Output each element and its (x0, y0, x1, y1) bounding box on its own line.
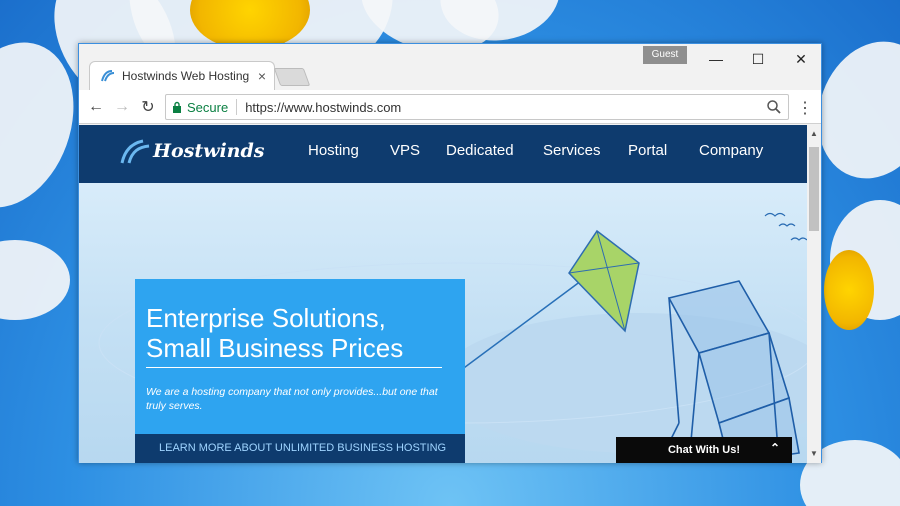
hero-section: Enterprise Solutions, Small Business Pri… (79, 183, 807, 463)
guest-profile-badge[interactable]: Guest (643, 46, 687, 64)
learn-more-button[interactable]: LEARN MORE ABOUT UNLIMITED BUSINESS HOST… (135, 434, 465, 463)
logo-text: Hostwinds (153, 140, 265, 162)
nav-hosting[interactable]: Hosting (308, 142, 359, 159)
browser-menu-icon[interactable]: ⋮ (797, 98, 813, 118)
hero-card: Enterprise Solutions, Small Business Pri… (135, 279, 465, 434)
page-viewport: Hostwinds Hosting VPS Dedicated Services… (79, 125, 807, 463)
nav-services[interactable]: Services (543, 142, 601, 159)
forward-icon[interactable]: → (112, 97, 132, 117)
browser-tab[interactable]: Hostwinds Web Hosting × (89, 61, 275, 90)
chat-widget[interactable]: Chat With Us! ⌃ (616, 437, 792, 463)
hero-divider (146, 367, 442, 368)
hostwinds-logo[interactable]: Hostwinds (119, 137, 264, 165)
browser-window: Hostwinds Web Hosting × Guest — ☐ ✕ ← → … (78, 43, 822, 463)
flower-center (824, 250, 874, 330)
secure-label: Secure (187, 99, 229, 115)
hostwinds-favicon-icon (100, 68, 116, 84)
scroll-thumb[interactable] (809, 147, 819, 231)
hostwinds-logo-icon (120, 139, 150, 164)
tab-close-icon[interactable]: × (258, 68, 266, 84)
flower-petal (0, 240, 70, 320)
chevron-up-icon[interactable]: ⌃ (770, 441, 780, 455)
hero-title-line1: Enterprise Solutions, (146, 303, 386, 333)
new-tab-button[interactable] (273, 68, 311, 86)
zoom-icon[interactable] (766, 99, 782, 118)
scroll-down-icon[interactable]: ▼ (807, 447, 821, 461)
url-text[interactable]: https://www.hostwinds.com (245, 100, 401, 115)
reload-icon[interactable]: ↻ (138, 97, 158, 117)
title-bar: Hostwinds Web Hosting × Guest — ☐ ✕ (79, 44, 821, 90)
security-indicator[interactable]: Secure (172, 100, 228, 115)
browser-toolbar: ← → ↻ Secure https://www.hostwinds.com ⋮ (79, 90, 821, 124)
hero-subtitle: We are a hosting company that not only p… (146, 386, 438, 412)
hero-title-line2: Small Business Prices (146, 333, 404, 363)
page-scrollbar[interactable]: ▲ ▼ (807, 125, 821, 463)
close-window-icon[interactable]: ✕ (786, 50, 816, 68)
nav-portal[interactable]: Portal (628, 142, 667, 159)
lock-icon (173, 101, 181, 113)
minimize-icon[interactable]: — (701, 50, 731, 68)
site-navbar: Hostwinds Hosting VPS Dedicated Services… (79, 125, 807, 183)
omnibox-divider (236, 99, 238, 115)
maximize-icon[interactable]: ☐ (743, 50, 773, 68)
hero-title: Enterprise Solutions, Small Business Pri… (146, 303, 456, 363)
tab-title: Hostwinds Web Hosting (122, 69, 250, 83)
nav-company[interactable]: Company (699, 142, 763, 159)
chat-label: Chat With Us! (667, 444, 740, 456)
nav-vps[interactable]: VPS (390, 142, 420, 159)
nav-dedicated[interactable]: Dedicated (446, 142, 514, 159)
bird-icon (764, 212, 807, 241)
back-icon[interactable]: ← (86, 97, 106, 117)
address-bar[interactable]: Secure https://www.hostwinds.com (165, 94, 789, 120)
scroll-up-icon[interactable]: ▲ (807, 127, 821, 141)
